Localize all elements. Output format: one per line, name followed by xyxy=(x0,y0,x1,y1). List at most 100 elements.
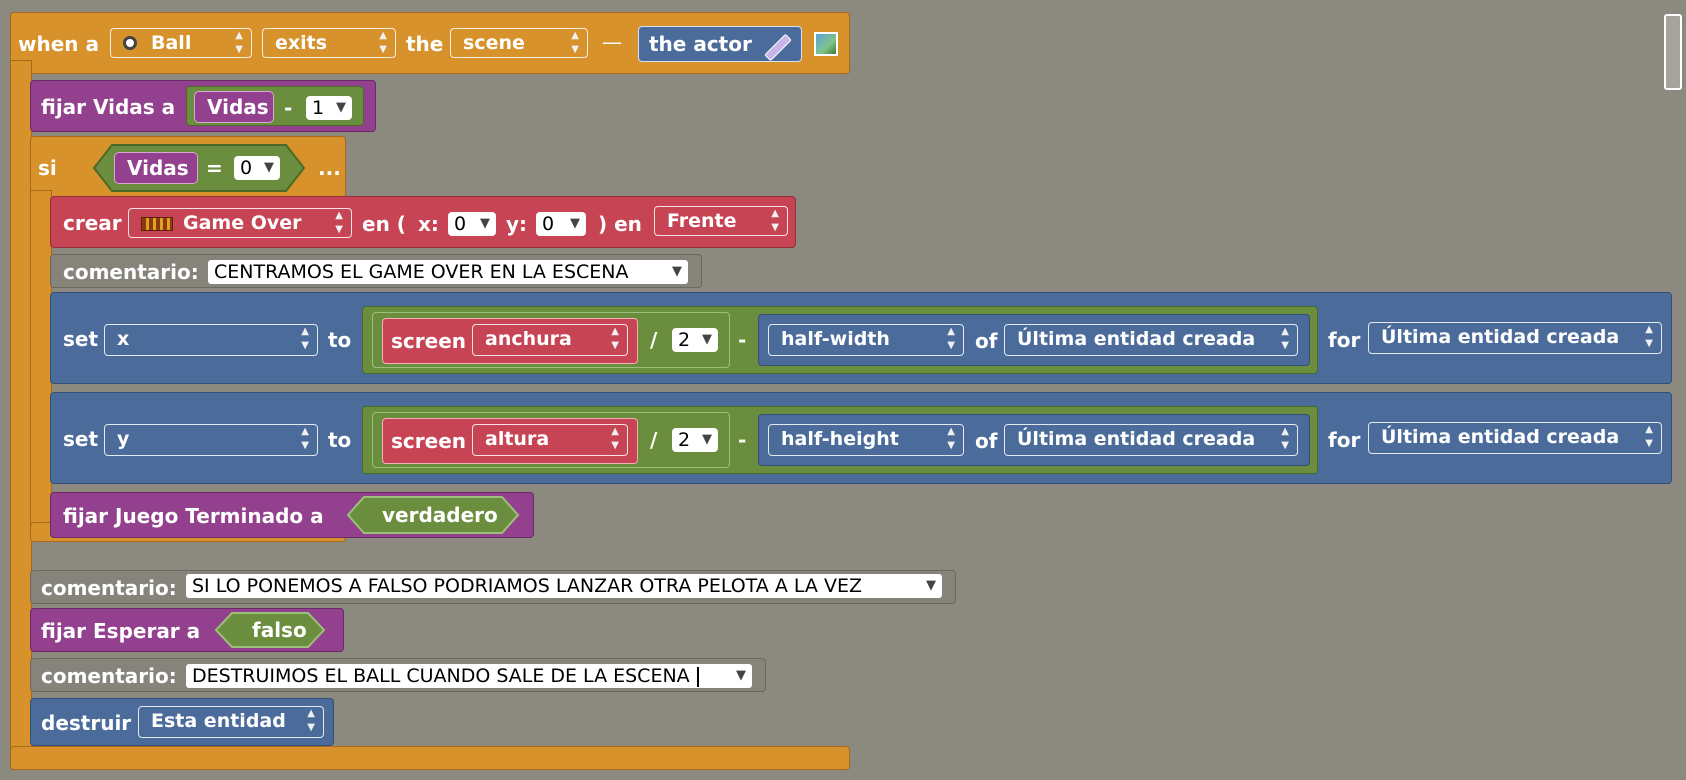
create-en-label: en ( xyxy=(362,212,406,236)
create-actor-value: Game Over xyxy=(183,212,302,234)
updown-arrows-icon: ▲ ▼ xyxy=(301,426,309,451)
lives-minus-number: 1 xyxy=(312,97,325,119)
updown-arrows-icon: ▲ ▼ xyxy=(947,326,955,351)
set-y-for-label: for xyxy=(1328,428,1361,452)
vertical-scrollbar[interactable] xyxy=(1664,14,1682,90)
set-x-half-value: half-width xyxy=(781,328,890,350)
set-y-property-dropdown[interactable]: y ▲ ▼ xyxy=(104,424,318,456)
set-y-minus-operator: - xyxy=(738,428,747,452)
event-block-spine xyxy=(10,60,32,760)
set-y-of-label: of xyxy=(975,429,998,453)
create-x-value[interactable]: 0 ▼ xyxy=(448,212,496,236)
set-y-half-dropdown[interactable]: half-height ▲ ▼ xyxy=(768,424,964,456)
set-wait-label: fijar Esperar a xyxy=(41,619,201,643)
create-actor-dropdown[interactable]: Game Over ▲ ▼ xyxy=(128,208,352,238)
destroy-target-dropdown[interactable]: Esta entidad ▲ ▼ xyxy=(138,706,324,738)
set-y-dimension-dropdown[interactable]: altura ▲ ▼ xyxy=(472,424,628,456)
updown-arrows-icon: ▲ ▼ xyxy=(1281,426,1289,451)
chevron-down-icon: ▼ xyxy=(570,216,580,231)
set-y-divisor-number: 2 xyxy=(678,429,691,451)
set-x-divisor-number: 2 xyxy=(678,329,691,351)
updown-arrows-icon: ▲ ▼ xyxy=(1645,324,1653,349)
the-label: the xyxy=(406,32,444,56)
set-y-of-target-dropdown[interactable]: Última entidad creada ▲ ▼ xyxy=(1004,424,1298,456)
image-icon[interactable] xyxy=(814,32,838,56)
set-x-of-target-dropdown[interactable]: Última entidad creada ▲ ▼ xyxy=(1004,324,1298,356)
chevron-down-icon: ▼ xyxy=(926,578,936,593)
comment3-value: DESTRUIMOS EL BALL CUANDO SALE DE LA ESC… xyxy=(192,665,690,687)
dash-label: — xyxy=(602,30,622,54)
actor-type-dropdown[interactable]: Ball ▲ ▼ xyxy=(110,28,252,58)
pencil-icon[interactable] xyxy=(764,33,792,62)
create-layer-value: Frente xyxy=(667,210,737,232)
event-type-dropdown[interactable]: exits ▲ ▼ xyxy=(262,28,396,58)
updown-arrows-icon: ▲ ▼ xyxy=(335,210,343,235)
event-block-footer xyxy=(10,746,850,770)
set-x-property-value: x xyxy=(117,328,130,350)
actor-type-value: Ball xyxy=(151,32,192,54)
chevron-down-icon: ▼ xyxy=(736,668,746,683)
updown-arrows-icon: ▲ ▼ xyxy=(771,208,779,233)
comment2-label: comentario: xyxy=(41,576,177,600)
lives-variable[interactable]: Vidas xyxy=(194,91,274,123)
set-x-of-target-value: Última entidad creada xyxy=(1017,328,1256,350)
set-y-for-target-dropdown[interactable]: Última entidad creada ▲ ▼ xyxy=(1368,422,1662,454)
minus-operator: - xyxy=(284,96,293,120)
chevron-down-icon: ▼ xyxy=(480,216,490,231)
ball-icon xyxy=(123,36,137,50)
updown-arrows-icon: ▲ ▼ xyxy=(1645,424,1653,449)
if-compare-value[interactable]: 0 ▼ xyxy=(234,156,280,180)
set-y-property-value: y xyxy=(117,428,130,450)
create-y-label: y: xyxy=(506,212,528,236)
comment3-text[interactable]: DESTRUIMOS EL BALL CUANDO SALE DE LA ESC… xyxy=(186,664,752,688)
set-x-dimension-value: anchura xyxy=(485,328,572,350)
more-options[interactable]: ... xyxy=(318,156,341,180)
set-y-half-value: half-height xyxy=(781,428,899,450)
set-x-for-target-dropdown[interactable]: Última entidad creada ▲ ▼ xyxy=(1368,322,1662,354)
actor-label: the actor xyxy=(649,32,752,56)
if-label: si xyxy=(38,156,57,180)
set-y-divide-operator: / xyxy=(650,428,658,452)
event-type-value: exits xyxy=(275,32,328,54)
set-x-screen-label: screen xyxy=(391,329,466,353)
create-close-label: ) en xyxy=(598,212,642,236)
comment2-value: SI LO PONEMOS A FALSO PODRIAMOS LANZAR O… xyxy=(192,575,862,597)
lives-minus-value[interactable]: 1 ▼ xyxy=(306,96,352,120)
set-x-dimension-dropdown[interactable]: anchura ▲ ▼ xyxy=(472,324,628,356)
set-y-screen-label: screen xyxy=(391,429,466,453)
updown-arrows-icon: ▲ ▼ xyxy=(571,30,579,55)
set-x-property-dropdown[interactable]: x ▲ ▼ xyxy=(104,324,318,356)
if-block-spine xyxy=(30,190,52,530)
set-x-divisor[interactable]: 2 ▼ xyxy=(672,328,718,352)
chevron-down-icon: ▼ xyxy=(702,332,712,347)
set-y-divisor[interactable]: 2 ▼ xyxy=(672,428,718,452)
false-value-label: falso xyxy=(252,618,307,642)
create-x-number: 0 xyxy=(454,213,467,235)
if-lives-variable[interactable]: Vidas xyxy=(114,152,198,184)
comment1-value: CENTRAMOS EL GAME OVER EN LA ESCENA xyxy=(214,261,629,283)
comment1-label: comentario: xyxy=(63,260,199,284)
set-x-half-dropdown[interactable]: half-width ▲ ▼ xyxy=(768,324,964,356)
region-dropdown[interactable]: scene ▲ ▼ xyxy=(450,28,588,58)
comment1-text[interactable]: CENTRAMOS EL GAME OVER EN LA ESCENA ▼ xyxy=(208,260,688,284)
chevron-down-icon: ▼ xyxy=(702,432,712,447)
actor-block[interactable]: the actor xyxy=(638,26,802,62)
create-label: crear xyxy=(63,211,122,235)
comment3-label: comentario: xyxy=(41,664,177,688)
updown-arrows-icon: ▲ ▼ xyxy=(611,326,619,351)
updown-arrows-icon: ▲ ▼ xyxy=(611,426,619,451)
updown-arrows-icon: ▲ ▼ xyxy=(235,30,243,55)
true-value-label: verdadero xyxy=(382,503,498,527)
equals-operator: = xyxy=(206,156,223,180)
text-cursor xyxy=(696,666,699,687)
updown-arrows-icon: ▲ ▼ xyxy=(947,426,955,451)
create-y-value[interactable]: 0 ▼ xyxy=(536,212,586,236)
create-layer-dropdown[interactable]: Frente ▲ ▼ xyxy=(654,206,788,236)
set-lives-label: fijar Vidas a xyxy=(41,95,176,119)
set-x-for-label: for xyxy=(1328,328,1361,352)
destroy-target-value: Esta entidad xyxy=(151,710,286,732)
updown-arrows-icon: ▲ ▼ xyxy=(379,30,387,55)
create-y-number: 0 xyxy=(542,213,555,235)
comment2-text[interactable]: SI LO PONEMOS A FALSO PODRIAMOS LANZAR O… xyxy=(186,574,942,598)
set-y-of-target-value: Última entidad creada xyxy=(1017,428,1256,450)
